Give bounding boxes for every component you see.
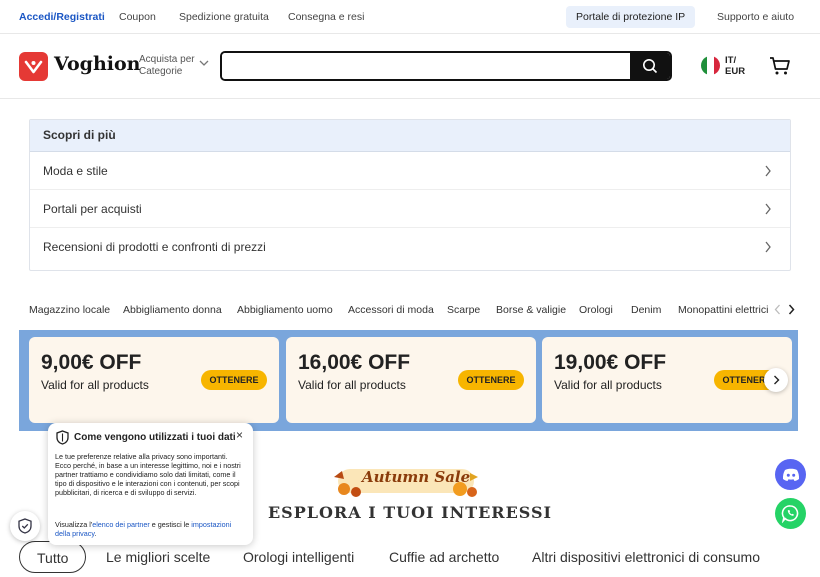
privacy-notice-popup: Come vengono utilizzati i tuoi dati × Le… xyxy=(48,423,253,545)
chevron-right-icon[interactable] xyxy=(788,304,795,315)
shield-icon xyxy=(56,430,69,445)
cart-icon[interactable] xyxy=(769,56,791,76)
ip-protection-portal-button[interactable]: Portale di protezione IP xyxy=(566,6,696,28)
close-icon[interactable]: × xyxy=(236,428,243,442)
privacy-title: Come vengono utilizzati i tuoi dati xyxy=(74,432,236,443)
discover-item-fashion[interactable]: Moda e stile xyxy=(30,152,790,190)
autumn-sale-text: Autumn Sale xyxy=(362,468,471,486)
category-women-clothing[interactable]: Abbigliamento donna xyxy=(123,304,222,316)
chevron-down-icon[interactable] xyxy=(199,59,209,67)
coupon-card: 16,00€ OFF Valid for all products OTTENE… xyxy=(286,337,536,423)
discover-item-shopping-portals[interactable]: Portali per acquisti xyxy=(30,190,790,228)
discover-item-label: Portali per acquisti xyxy=(43,202,142,216)
coupon-get-button[interactable]: OTTENERE xyxy=(201,370,267,390)
partners-list-link[interactable]: elenco dei partner xyxy=(92,520,150,529)
categories-label-line2: Categorie xyxy=(139,66,183,77)
discord-button[interactable] xyxy=(775,459,806,490)
discover-item-label: Recensioni di prodotti e confronti di pr… xyxy=(43,240,266,254)
tab-smart-watches[interactable]: Orologi intelligenti xyxy=(243,541,354,573)
category-denim[interactable]: Denim xyxy=(631,304,661,316)
coupon-description: Valid for all products xyxy=(41,378,149,392)
coupon-amount: 19,00€ OFF xyxy=(554,351,667,374)
category-men-clothing[interactable]: Abbigliamento uomo xyxy=(237,304,333,316)
coupon-get-button[interactable]: OTTENERE xyxy=(458,370,524,390)
italy-flag-icon[interactable] xyxy=(701,56,720,75)
tab-headphones[interactable]: Cuffie ad archetto xyxy=(389,541,499,573)
free-shipping-link[interactable]: Spedizione gratuita xyxy=(179,11,269,23)
coupon-link[interactable]: Coupon xyxy=(119,11,156,23)
tab-top-picks[interactable]: Le migliori scelte xyxy=(106,541,210,573)
coupon-amount: 16,00€ OFF xyxy=(298,351,411,374)
delivery-returns-link[interactable]: Consegna e resi xyxy=(288,11,364,23)
logo-icon[interactable] xyxy=(19,52,48,81)
chevron-right-icon xyxy=(765,165,771,177)
locale-language: IT/ xyxy=(725,55,737,66)
category-shoes[interactable]: Scarpe xyxy=(447,304,480,316)
discover-heading: Scopri di più xyxy=(30,120,790,152)
privacy-footer-mid: e gestisci le xyxy=(149,520,192,529)
search-button[interactable] xyxy=(630,53,670,79)
coupon-card: 9,00€ OFF Valid for all products OTTENER… xyxy=(29,337,279,423)
coupon-card: 19,00€ OFF Valid for all products OTTENE… xyxy=(542,337,792,423)
category-watches[interactable]: Orologi xyxy=(579,304,613,316)
discover-more-panel: Scopri di più Moda e stile Portali per a… xyxy=(29,119,791,271)
discover-item-label: Moda e stile xyxy=(43,164,108,178)
coupon-amount: 9,00€ OFF xyxy=(41,351,142,374)
tab-other-electronics[interactable]: Altri dispositivi elettronici di consumo xyxy=(532,541,760,573)
privacy-body-text: Le tue preferenze relative alla privacy … xyxy=(55,452,241,497)
search-bar xyxy=(220,51,672,81)
privacy-settings-button[interactable] xyxy=(10,511,40,541)
categories-menu[interactable]: Acquista per Categorie xyxy=(139,54,195,78)
login-register-link[interactable]: Accedi/Registrati xyxy=(19,11,105,23)
chevron-right-icon xyxy=(765,203,771,215)
discord-icon xyxy=(782,468,799,481)
chevron-left-icon[interactable] xyxy=(774,304,781,315)
main-header: Voghion Acquista per Categorie IT/ EUR xyxy=(0,34,820,99)
search-icon xyxy=(643,59,658,74)
locale-currency: EUR xyxy=(725,66,746,77)
category-electric-scooters[interactable]: Monopattini elettrici xyxy=(678,304,768,316)
privacy-footer-prefix: Visualizza l' xyxy=(55,520,93,529)
category-strip: Magazzino locale Abbigliamento donna Abb… xyxy=(29,298,771,322)
locale-selector[interactable]: IT/ EUR xyxy=(725,55,745,77)
coupon-carousel: 9,00€ OFF Valid for all products OTTENER… xyxy=(19,330,798,431)
category-fashion-accessories[interactable]: Accessori di moda xyxy=(348,304,434,316)
search-input[interactable] xyxy=(222,53,627,79)
privacy-footer-text: Visualizza l'elenco dei partner e gestis… xyxy=(55,520,245,538)
tab-all[interactable]: Tutto xyxy=(19,541,87,573)
chevron-right-icon xyxy=(765,241,771,253)
coupon-description: Valid for all products xyxy=(298,378,406,392)
shield-check-icon xyxy=(18,518,32,534)
support-help-link[interactable]: Supporto e aiuto xyxy=(717,11,794,23)
category-local-warehouse[interactable]: Magazzino locale xyxy=(29,304,110,316)
whatsapp-icon xyxy=(781,505,799,523)
top-bar: Accedi/Registrati Coupon Spedizione grat… xyxy=(0,0,820,34)
coupon-description: Valid for all products xyxy=(554,378,662,392)
coupon-next-button[interactable] xyxy=(764,368,788,392)
category-bags-luggage[interactable]: Borse & valigie xyxy=(496,304,566,316)
categories-label-line1: Acquista per xyxy=(139,54,195,65)
discover-item-reviews[interactable]: Recensioni di prodotti e confronti di pr… xyxy=(30,228,790,266)
privacy-footer-suffix: . xyxy=(94,529,97,538)
brand-name[interactable]: Voghion xyxy=(54,53,140,75)
chevron-right-icon xyxy=(773,375,779,385)
whatsapp-button[interactable] xyxy=(775,498,806,529)
